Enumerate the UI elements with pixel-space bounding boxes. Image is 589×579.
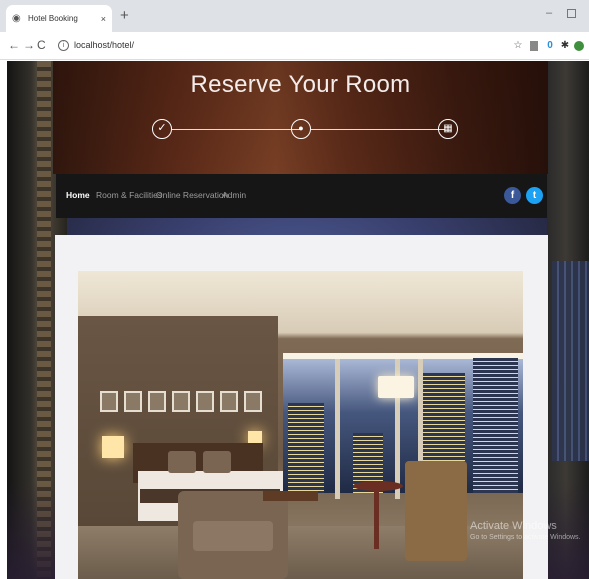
info-icon[interactable]: i	[58, 40, 69, 51]
wall-art	[172, 391, 190, 412]
forward-arrow-icon[interactable]: →	[23, 38, 35, 52]
pillow	[168, 451, 196, 473]
extension-blue-icon[interactable]: 0	[545, 41, 555, 51]
profile-avatar[interactable]	[574, 41, 584, 51]
progress-line	[172, 129, 300, 130]
window-frame	[335, 359, 340, 499]
wall-art	[148, 391, 166, 412]
nav-home[interactable]: Home	[66, 190, 90, 200]
armchair	[405, 461, 467, 561]
facebook-icon[interactable]: f	[504, 187, 521, 204]
new-tab-button[interactable]: +	[120, 7, 129, 24]
watermark-title: Activate Windows	[470, 520, 557, 532]
tab-title: Hotel Booking	[28, 14, 78, 23]
page-title: Reserve Your Room	[190, 71, 411, 98]
browser-tab-strip: ◉ Hotel Booking × + –	[0, 0, 589, 32]
watermark-subtitle: Go to Settings to activate Windows.	[470, 534, 581, 541]
skyscraper	[473, 358, 518, 493]
calendar-icon[interactable]: ▦	[438, 119, 458, 139]
page-background: Reserve Your Room ✓ ● ▦ Home Room & Faci…	[7, 61, 589, 579]
globe-icon: ◉	[12, 12, 21, 24]
puzzle-icon[interactable]: ✱	[560, 41, 570, 51]
reload-icon[interactable]: C	[37, 38, 46, 52]
twitter-icon[interactable]: t	[526, 187, 543, 204]
back-arrow-icon[interactable]: ←	[8, 38, 20, 52]
minimize-button[interactable]: –	[546, 7, 552, 19]
hero-banner: Reserve Your Room ✓ ● ▦	[53, 61, 548, 174]
user-icon[interactable]: ●	[291, 119, 311, 139]
wall-art	[100, 391, 118, 412]
skyscraper	[288, 403, 324, 493]
wall-art	[196, 391, 214, 412]
wall-art	[220, 391, 238, 412]
side-table	[263, 491, 318, 501]
nav-room-facilities[interactable]: Room & Facilities	[96, 190, 162, 200]
url-text: localhost/hotel/	[74, 40, 135, 50]
table-leg	[374, 489, 379, 549]
browser-tab[interactable]: ◉ Hotel Booking ×	[6, 5, 112, 32]
floor-lamp	[378, 376, 414, 398]
armchair-seat	[193, 521, 273, 551]
activation-watermark: Activate Windows Go to Settings to activ…	[470, 520, 581, 541]
wall-art	[124, 391, 142, 412]
extension-icon[interactable]	[530, 41, 538, 51]
hotel-room-photo	[78, 271, 523, 579]
wall-art	[244, 391, 262, 412]
main-navbar: Home Room & Facilities Online Reservatio…	[56, 174, 547, 218]
close-tab-icon[interactable]: ×	[101, 14, 106, 24]
progress-line	[311, 129, 445, 130]
check-icon[interactable]: ✓	[152, 119, 172, 139]
pillow	[203, 451, 231, 473]
nav-admin[interactable]: Admin	[222, 190, 246, 200]
maximize-button[interactable]	[567, 9, 576, 18]
bedside-lamp	[102, 436, 124, 458]
address-bar[interactable]: i localhost/hotel/	[52, 37, 507, 55]
city-lights	[552, 261, 589, 461]
star-icon[interactable]: ☆	[513, 41, 523, 51]
city-window	[283, 353, 523, 499]
browser-toolbar: ← → C i localhost/hotel/ ☆ 0 ✱	[0, 32, 589, 60]
nav-online-reservation[interactable]: Online Reservation	[156, 190, 228, 200]
